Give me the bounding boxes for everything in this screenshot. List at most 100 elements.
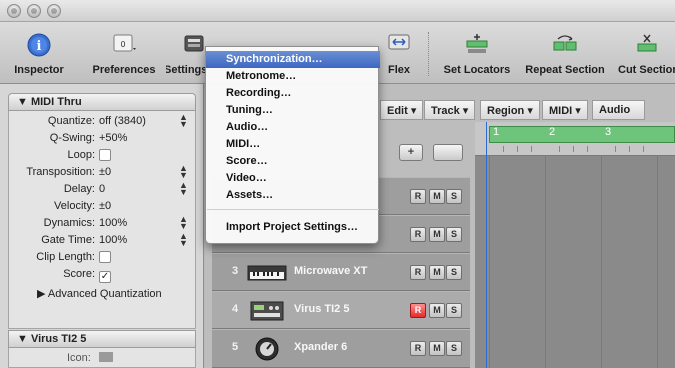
minimize-window-button[interactable] <box>27 4 41 18</box>
flex-icon <box>388 34 410 50</box>
menu-item-import-project-settings[interactable]: Import Project Settings… <box>206 219 380 236</box>
inspector-button[interactable]: i Inspector <box>0 22 78 84</box>
solo-button[interactable]: S <box>446 227 462 242</box>
arrange-grid[interactable]: 1 2 3 <box>475 122 675 368</box>
info-icon: i <box>27 33 51 57</box>
record-button[interactable]: R <box>410 189 426 204</box>
track-name[interactable]: Virus TI2 5 <box>294 303 349 315</box>
menu-item-score[interactable]: Score… <box>206 153 380 170</box>
menu-item-assets[interactable]: Assets… <box>206 187 380 204</box>
menu-item-tuning[interactable]: Tuning… <box>206 102 380 119</box>
preferences-label: Preferences <box>92 64 156 76</box>
audio-menu[interactable]: Audio <box>592 100 645 120</box>
delay-row[interactable]: Delay: 0 ▲ ▼ <box>9 181 197 198</box>
stepper-icon[interactable]: ▲ ▼ <box>179 113 188 129</box>
settings-button[interactable]: Settings <box>166 22 206 84</box>
settings-label: Settings <box>166 64 206 76</box>
score-checkbox[interactable]: ✓ <box>99 271 111 283</box>
bar-number: 2 <box>549 126 556 138</box>
mute-button[interactable]: M <box>429 189 445 204</box>
stepper-icon[interactable]: ▲ ▼ <box>179 215 188 231</box>
synth-module-icon <box>250 301 284 321</box>
title-bar <box>0 0 675 22</box>
menu-item-audio[interactable]: Audio… <box>206 119 380 136</box>
menu-item-midi[interactable]: MIDI… <box>206 136 380 153</box>
preferences-icon: 0 <box>113 34 136 52</box>
cycle-region[interactable] <box>489 126 675 143</box>
solo-button[interactable]: S <box>446 189 462 204</box>
record-button-armed[interactable]: R <box>410 303 426 318</box>
velocity-row[interactable]: Velocity: ±0 <box>9 198 197 215</box>
track-row[interactable]: 5 Xpander 6 R M S <box>212 329 470 368</box>
region-menu[interactable]: Region ▾ <box>480 100 540 120</box>
track-row[interactable]: 3 Microwave XT R M S <box>212 253 470 291</box>
quantize-row[interactable]: Quantize: off (3840) ▲ ▼ <box>9 113 197 130</box>
stepper-icon[interactable]: ▲ ▼ <box>179 181 188 197</box>
track-row-selected[interactable]: 4 Virus TI2 5 R M S <box>212 291 470 329</box>
loop-row[interactable]: Loop: <box>9 147 197 164</box>
stepper-icon[interactable]: ▲ ▼ <box>179 164 188 180</box>
repeat-section-icon <box>553 35 577 51</box>
dynamics-row[interactable]: Dynamics: 100% ▲ ▼ <box>9 215 197 232</box>
mute-button[interactable]: M <box>429 227 445 242</box>
cut-section-icon <box>637 34 657 52</box>
settings-icon <box>184 35 204 52</box>
track-name[interactable]: Xpander 6 <box>294 341 347 353</box>
cut-section-label: Cut Section <box>618 64 675 76</box>
track-parameters-header[interactable]: ▼ Virus TI2 5 <box>8 330 196 348</box>
repeat-section-button[interactable]: Repeat Section <box>520 22 610 84</box>
solo-button[interactable]: S <box>446 341 462 356</box>
mute-button[interactable]: M <box>429 341 445 356</box>
synth-keyboard-icon <box>247 265 287 281</box>
region-parameters-header[interactable]: ▼ MIDI Thru <box>8 93 196 111</box>
menu-item-metronome[interactable]: Metronome… <box>206 68 380 85</box>
bar-ruler[interactable]: 1 2 3 <box>475 122 675 156</box>
clip-length-checkbox[interactable] <box>99 251 111 263</box>
flex-button[interactable]: Flex <box>382 22 416 84</box>
stepper-icon[interactable]: ▲ ▼ <box>179 232 188 248</box>
midi-menu[interactable]: MIDI ▾ <box>542 100 588 120</box>
menu-item-recording[interactable]: Recording… <box>206 85 380 102</box>
synth-dial-icon <box>255 337 279 361</box>
inspector-label: Inspector <box>14 64 64 76</box>
advanced-quantization-row[interactable]: ▶ Advanced Quantization <box>9 285 197 302</box>
cut-section-button[interactable]: Cut Section <box>612 22 675 84</box>
edit-menu[interactable]: Edit ▾ <box>380 100 424 120</box>
solo-button[interactable]: S <box>446 303 462 318</box>
track-icon-row: Icon: <box>8 348 196 368</box>
playhead[interactable] <box>486 122 487 368</box>
bar-number: 1 <box>493 126 500 138</box>
advanced-quantization-disclosure[interactable]: ▶ Advanced Quantization <box>37 287 162 300</box>
svg-text:0: 0 <box>120 40 125 49</box>
inspector-panel: ▼ MIDI Thru Quantize: off (3840) ▲ ▼ Q-Sw… <box>0 84 204 368</box>
repeat-section-label: Repeat Section <box>525 64 605 76</box>
set-locators-label: Set Locators <box>443 64 511 76</box>
menu-item-synchronization[interactable]: Synchronization… <box>206 51 380 68</box>
loop-checkbox[interactable] <box>99 149 111 161</box>
track-icon[interactable] <box>99 352 113 362</box>
settings-menu: Synchronization… Metronome… Recording… T… <box>205 46 380 244</box>
flex-label: Flex <box>387 64 410 76</box>
transposition-row[interactable]: Transposition: ±0 ▲ ▼ <box>9 164 197 181</box>
track-name[interactable]: Microwave XT <box>294 265 367 277</box>
record-button[interactable]: R <box>410 341 426 356</box>
clip-length-row[interactable]: Clip Length: <box>9 249 197 266</box>
close-window-button[interactable] <box>7 4 21 18</box>
mute-button[interactable]: M <box>429 303 445 318</box>
mute-button[interactable]: M <box>429 265 445 280</box>
menu-item-video[interactable]: Video… <box>206 170 380 187</box>
gate-time-row[interactable]: Gate Time: 100% ▲ ▼ <box>9 232 197 249</box>
set-locators-button[interactable]: Set Locators <box>437 22 517 84</box>
q-swing-row[interactable]: Q-Swing: +50% <box>9 130 197 147</box>
record-button[interactable]: R <box>410 265 426 280</box>
track-menu[interactable]: Track ▾ <box>424 100 476 120</box>
svg-text:i: i <box>37 39 42 54</box>
region-parameters-box: Quantize: off (3840) ▲ ▼ Q-Swing: +50% Lo… <box>8 111 196 329</box>
zoom-window-button[interactable] <box>47 4 61 18</box>
score-row[interactable]: Score: ✓ <box>9 266 197 283</box>
solo-button[interactable]: S <box>446 265 462 280</box>
bar-number: 3 <box>605 126 612 138</box>
record-button[interactable]: R <box>410 227 426 242</box>
local-menu-bar: Edit ▾ Track ▾ Region ▾ MIDI ▾ Audio <box>380 100 675 120</box>
preferences-button[interactable]: 0 Preferences <box>82 22 166 84</box>
